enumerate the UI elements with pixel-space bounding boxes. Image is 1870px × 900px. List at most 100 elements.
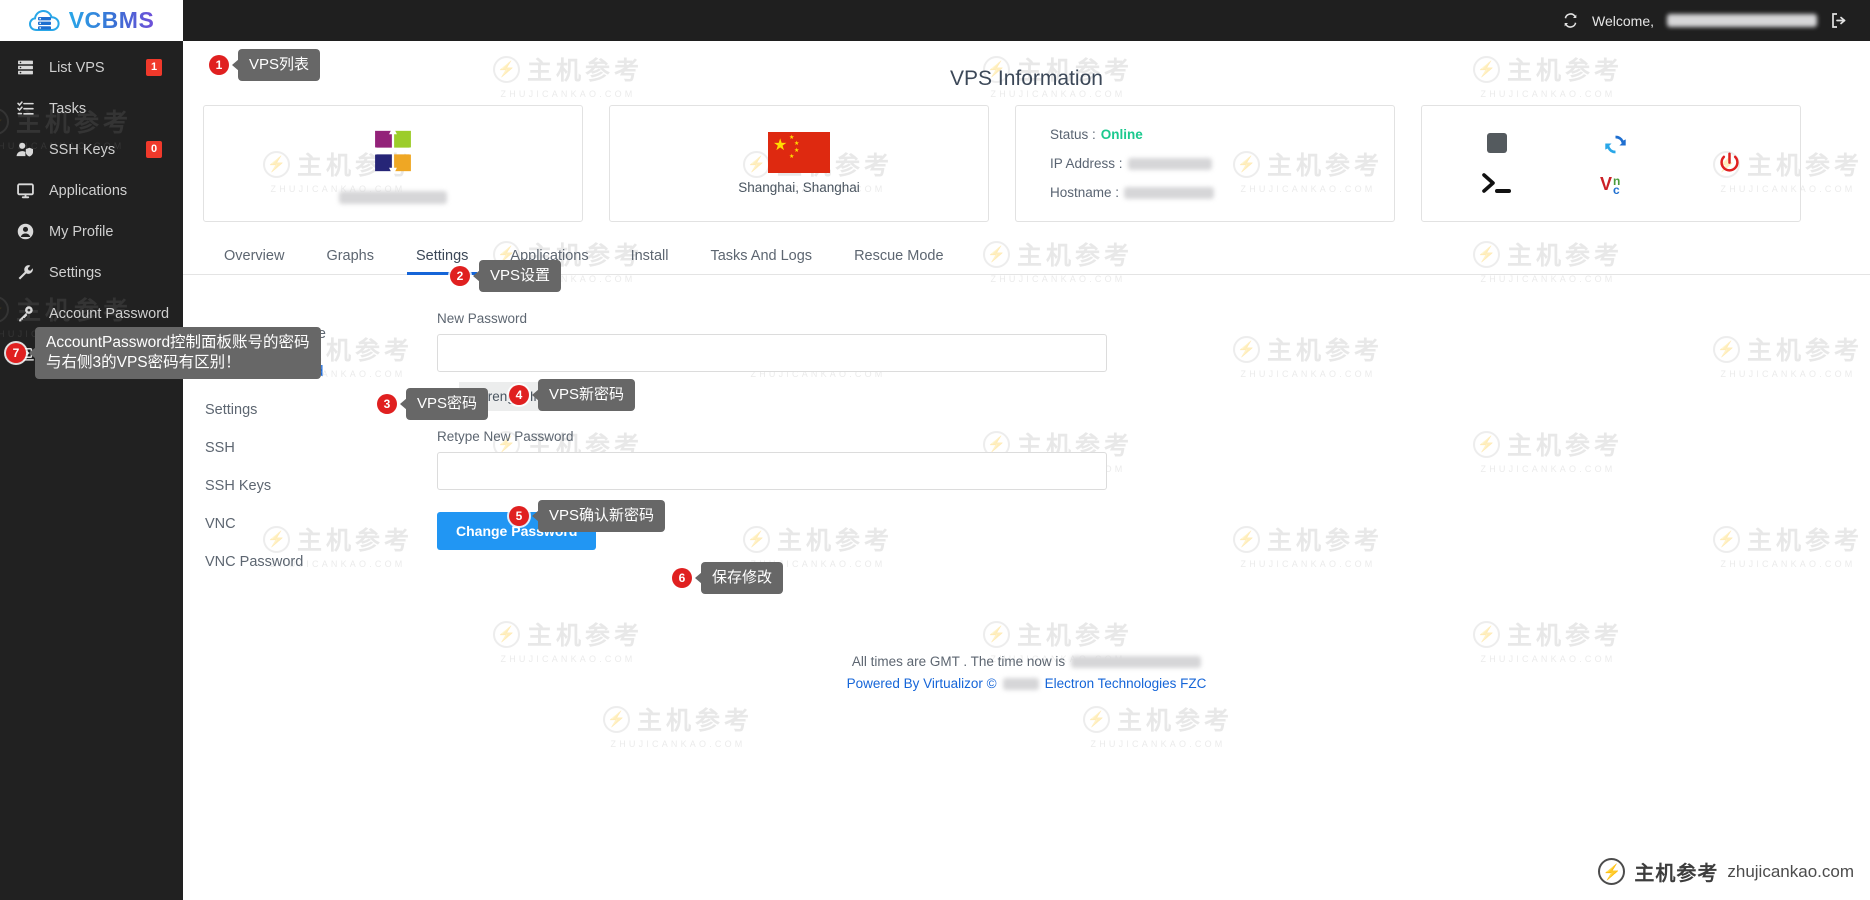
annotation-number: 2 — [450, 266, 470, 286]
sidebar-item-label: SSH Keys — [49, 141, 116, 158]
submenu-item-ssh[interactable]: SSH — [205, 429, 423, 467]
sidebar-badge: 0 — [146, 141, 162, 158]
task-list-icon — [14, 100, 36, 117]
annotation-6: 6 保存修改 — [672, 562, 784, 594]
annotation-tooltip: AccountPassword控制面板账号的密码 与右侧3的VPS密码有区别！ — [35, 327, 321, 379]
location-label: Shanghai, Shanghai — [738, 180, 860, 195]
footer-company-link[interactable]: Electron Technologies FZC — [1045, 673, 1207, 695]
monitor-icon — [14, 182, 36, 199]
ip-label: IP Address : — [1050, 155, 1123, 171]
settings-submenu: Change Hostname Change Password Settings… — [183, 275, 423, 581]
sidebar-item-list-vps[interactable]: List VPS 1 — [0, 47, 183, 88]
restart-icon[interactable] — [1603, 132, 1628, 157]
annotation-number: 4 — [509, 385, 529, 405]
user-circle-icon — [14, 223, 36, 240]
brand-name: VCBMS — [68, 7, 155, 33]
watermark-brand-cn: 主机参考 — [1634, 863, 1719, 885]
os-name-redacted — [339, 191, 447, 204]
submenu-item-vnc-password[interactable]: VNC Password — [205, 543, 423, 581]
sidebar-item-ssh-keys[interactable]: SSH Keys 0 — [0, 129, 183, 170]
annotation-tooltip: VPS列表 — [238, 49, 321, 81]
actions-column-3 — [1717, 151, 1742, 176]
actions-column-2: V n c — [1600, 132, 1630, 195]
sidebar: List VPS 1 Tasks SSH Keys 0 Applications… — [0, 41, 183, 900]
footer-times-text: All times are GMT . The time now is — [851, 654, 1066, 669]
submenu-item-ssh-keys[interactable]: SSH Keys — [205, 467, 423, 505]
new-password-label: New Password — [437, 311, 528, 326]
annotation-tooltip: VPS新密码 — [538, 379, 636, 411]
username-redacted — [1667, 14, 1817, 27]
annotation-2: 2 VPS设置 — [450, 260, 562, 292]
brand-watermark: ⚡ 主机参考 zhujicankao.com — [1598, 857, 1854, 886]
tab-bar: Overview Graphs Settings Applications In… — [183, 222, 1870, 275]
location-card: ★ ★ ★ ★ ★ Shanghai, Shanghai — [609, 105, 989, 222]
retype-password-label: Retype New Password — [437, 429, 574, 444]
terminal-icon[interactable] — [1480, 170, 1514, 196]
svg-text:c: c — [1613, 183, 1620, 195]
user-shield-icon — [14, 141, 36, 158]
new-password-input[interactable] — [437, 334, 1107, 372]
vps-actions-card: V n c — [1421, 105, 1801, 222]
annotation-number: 1 — [209, 55, 229, 75]
hostname-label: Hostname : — [1050, 184, 1120, 200]
vps-info-card: Status : Online IP Address : Hostname : — [1015, 105, 1395, 222]
top-bar: VCBMS Welcome, — [0, 0, 1870, 41]
annotation-number: 6 — [672, 568, 692, 588]
settings-body: Change Hostname Change Password Settings… — [183, 275, 1870, 581]
sidebar-badge: 1 — [146, 59, 162, 76]
wrench-icon — [14, 264, 36, 281]
vnc-logo-icon[interactable]: V n c — [1600, 173, 1630, 195]
key-icon — [14, 305, 36, 322]
status-label: Status : — [1050, 126, 1096, 142]
submenu-item-vnc[interactable]: VNC — [205, 505, 423, 543]
power-icon[interactable] — [1717, 151, 1742, 176]
sidebar-item-label: Tasks — [49, 100, 87, 117]
sidebar-item-tasks[interactable]: Tasks — [0, 88, 183, 129]
annotation-tooltip: 保存修改 — [701, 562, 784, 594]
svg-text:V: V — [1600, 174, 1612, 194]
annotation-5: 5 VPS确认新密码 — [509, 500, 666, 532]
footer-powered-prefix[interactable]: Powered By Virtualizor © — [847, 673, 997, 695]
hostname-row: Hostname : — [1050, 182, 1215, 204]
tab-tasks-and-logs[interactable]: Tasks And Logs — [689, 248, 833, 274]
watermark: ⚡主机参考ZHUJICANKAO.COM — [603, 701, 753, 749]
sidebar-item-my-profile[interactable]: My Profile — [0, 211, 183, 252]
logout-icon[interactable] — [1830, 12, 1848, 29]
watermark-logo-icon: ⚡ — [1083, 705, 1110, 733]
annotation-tooltip: VPS设置 — [479, 260, 562, 292]
retype-password-input[interactable] — [437, 452, 1107, 490]
refresh-icon[interactable] — [1562, 12, 1579, 29]
annotation-4: 4 VPS新密码 — [509, 379, 636, 411]
sidebar-item-applications[interactable]: Applications — [0, 170, 183, 211]
main-content: ⚡ 主机参考 ZHUJICANKAO.COM ⚡ 主机参考 ZHUJICANKAO.CO… — [183, 41, 1870, 900]
watermark-logo-icon: ⚡ — [1598, 858, 1626, 885]
sidebar-item-label: Applications — [49, 182, 128, 199]
page-title: VPS Information — [950, 67, 1103, 90]
status-badge: Online — [1100, 126, 1143, 142]
tab-overview[interactable]: Overview — [203, 248, 305, 274]
annotation-number: 3 — [377, 394, 397, 414]
top-bar-right: Welcome, — [1562, 12, 1870, 29]
welcome-label: Welcome, — [1592, 12, 1654, 29]
tab-rescue-mode[interactable]: Rescue Mode — [833, 248, 964, 274]
sidebar-item-settings[interactable]: Settings — [0, 252, 183, 293]
status-row: Status : Online — [1050, 124, 1143, 146]
os-card — [203, 105, 583, 222]
footer: All times are GMT . The time now is Powe… — [183, 651, 1870, 695]
annotation-number: 7 — [6, 343, 26, 363]
footer-time-line: All times are GMT . The time now is — [183, 651, 1870, 673]
annotation-7: 7 AccountPassword控制面板账号的密码 与右侧3的VPS密码有区别… — [6, 327, 321, 379]
server-icon — [14, 59, 36, 76]
annotation-number: 5 — [509, 506, 529, 526]
footer-year-redacted — [1002, 678, 1039, 690]
annotation-1: 1 VPS列表 — [209, 49, 321, 81]
ip-value-redacted — [1127, 157, 1212, 170]
centos-logo-icon — [365, 123, 421, 184]
sidebar-item-label: My Profile — [49, 223, 114, 240]
tab-install[interactable]: Install — [610, 248, 690, 274]
footer-time-redacted — [1071, 656, 1202, 668]
tab-graphs[interactable]: Graphs — [305, 248, 395, 274]
stop-square-icon[interactable] — [1486, 132, 1508, 154]
annotation-tooltip: VPS密码 — [406, 388, 489, 420]
brand-logo[interactable]: VCBMS — [0, 0, 183, 41]
